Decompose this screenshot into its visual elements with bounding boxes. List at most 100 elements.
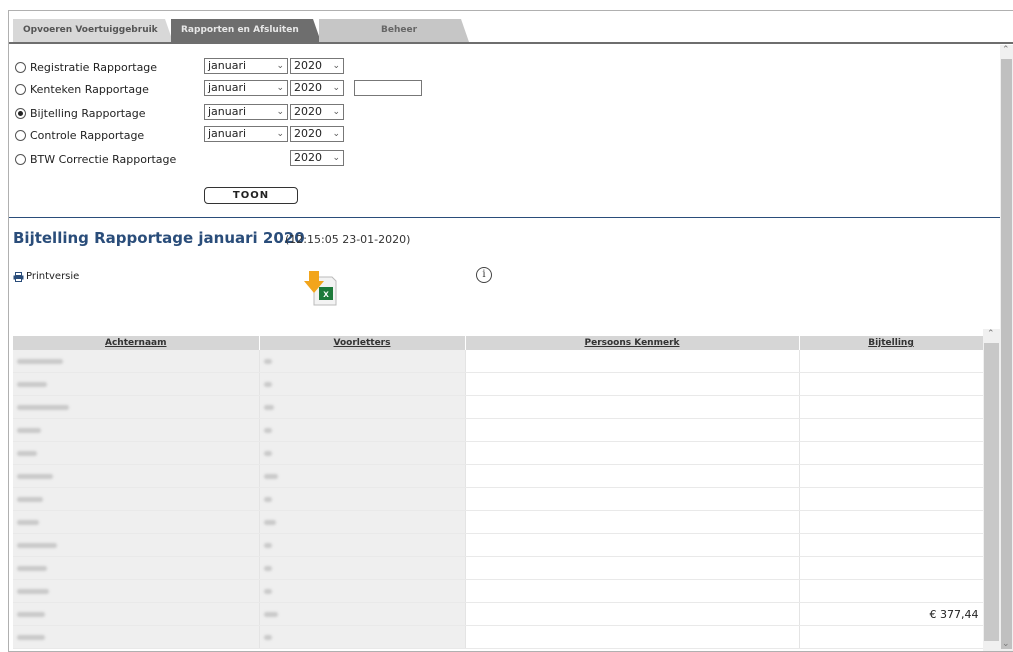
page-scrollbar-thumb[interactable] (1001, 59, 1012, 649)
cell-voorletters (259, 533, 466, 557)
redacted-text (263, 542, 272, 548)
cell-bijtelling (799, 395, 984, 419)
redacted-text (17, 496, 43, 502)
cell-persoons-kenmerk (465, 418, 800, 442)
select-value: januari (208, 81, 247, 94)
redacted-text (263, 634, 272, 640)
redacted-text (263, 427, 272, 433)
table-row (13, 579, 984, 603)
year-select-controle[interactable]: 2020 ⌄ (290, 126, 344, 142)
chevron-down-icon: ⌄ (332, 153, 340, 163)
cell-voorletters (259, 510, 466, 534)
cell-bijtelling (799, 464, 984, 488)
cell-bijtelling (799, 441, 984, 465)
tab-underline (9, 42, 1013, 44)
year-select-registratie[interactable]: 2020 ⌄ (290, 58, 344, 74)
year-select-kenteken[interactable]: 2020 ⌄ (290, 80, 344, 96)
redacted-text (17, 565, 47, 571)
table-scrollbar[interactable]: ⌃ (983, 329, 1000, 651)
redacted-text (17, 542, 57, 548)
page-scrollbar[interactable]: ⌃ ⌄ (1000, 45, 1013, 651)
month-select-registratie[interactable]: januari ⌄ (204, 58, 288, 74)
cell-achternaam (13, 510, 260, 534)
chevron-down-icon: ⌄ (332, 129, 340, 139)
tab-bar: Opvoeren Voertuiggebruik Rapporten en Af… (13, 19, 467, 42)
cell-persoons-kenmerk (465, 510, 800, 534)
table-row (13, 372, 984, 396)
app-frame: Opvoeren Voertuiggebruik Rapporten en Af… (8, 10, 1013, 652)
scroll-up-icon[interactable]: ⌃ (1002, 45, 1010, 55)
cell-achternaam (13, 395, 260, 419)
radio-bijtelling[interactable] (15, 108, 26, 119)
col-bijtelling[interactable]: Bijtelling (799, 336, 984, 350)
month-select-bijtelling[interactable]: januari ⌄ (204, 104, 288, 120)
table-row (13, 441, 984, 465)
cell-persoons-kenmerk (465, 372, 800, 396)
table-row (13, 395, 984, 419)
cell-bijtelling (799, 533, 984, 557)
radio-kenteken[interactable] (15, 84, 26, 95)
redacted-text (17, 634, 45, 640)
cell-bijtelling (799, 556, 984, 580)
redacted-text (263, 358, 272, 364)
tab-beheer[interactable]: Beheer (319, 19, 469, 42)
month-select-controle[interactable]: januari ⌄ (204, 126, 288, 142)
cell-voorletters (259, 395, 466, 419)
cell-bijtelling (799, 350, 984, 373)
chevron-down-icon: ⌄ (276, 129, 284, 139)
toon-button[interactable]: TOON (204, 187, 298, 204)
cell-voorletters (259, 579, 466, 603)
table-body: € 377,44 (13, 350, 984, 649)
year-select-btw[interactable]: 2020 ⌄ (290, 150, 344, 166)
report-title: Bijtelling Rapportage januari 2020 (13, 229, 305, 247)
redacted-text (17, 404, 69, 410)
cell-persoons-kenmerk (465, 533, 800, 557)
cell-voorletters (259, 625, 466, 649)
select-value: 2020 (294, 81, 322, 94)
tab-opvoeren[interactable]: Opvoeren Voertuiggebruik (13, 19, 173, 42)
cell-bijtelling (799, 625, 984, 649)
redacted-text (263, 519, 276, 525)
cell-voorletters (259, 602, 466, 626)
cell-achternaam (13, 556, 260, 580)
tab-rapporten[interactable]: Rapporten en Afsluiten (171, 19, 321, 42)
redacted-text (17, 611, 45, 617)
kenteken-input[interactable] (354, 80, 422, 96)
svg-text:x: x (323, 289, 329, 300)
option-btw: BTW Correctie Rapportage (15, 152, 415, 172)
cell-achternaam (13, 441, 260, 465)
cell-achternaam (13, 533, 260, 557)
table-row (13, 533, 984, 557)
redacted-text (263, 404, 274, 410)
cell-persoons-kenmerk (465, 625, 800, 649)
cell-persoons-kenmerk (465, 556, 800, 580)
select-value: 2020 (294, 151, 322, 164)
cell-persoons-kenmerk (465, 441, 800, 465)
col-achternaam[interactable]: Achternaam (13, 336, 260, 350)
scroll-up-icon[interactable]: ⌃ (987, 329, 995, 339)
year-select-bijtelling[interactable]: 2020 ⌄ (290, 104, 344, 120)
cell-persoons-kenmerk (465, 350, 800, 373)
cell-persoons-kenmerk (465, 464, 800, 488)
table-row: € 377,44 (13, 602, 984, 626)
radio-registratie[interactable] (15, 62, 26, 73)
chevron-down-icon: ⌄ (276, 61, 284, 71)
redacted-text (17, 588, 49, 594)
scroll-down-icon[interactable]: ⌄ (1002, 639, 1010, 649)
info-icon[interactable]: i (476, 267, 492, 283)
col-persoons-kenmerk[interactable]: Persoons Kenmerk (465, 336, 800, 350)
redacted-text (17, 381, 47, 387)
redacted-text (263, 588, 272, 594)
col-voorletters[interactable]: Voorletters (259, 336, 466, 350)
radio-btw[interactable] (15, 154, 26, 165)
cell-voorletters (259, 556, 466, 580)
table-scrollbar-thumb[interactable] (984, 343, 999, 641)
excel-download-icon[interactable]: x (302, 269, 338, 307)
month-select-kenteken[interactable]: januari ⌄ (204, 80, 288, 96)
print-link[interactable]: Printversie (13, 271, 79, 282)
redacted-text (17, 473, 53, 479)
select-value: 2020 (294, 105, 322, 118)
redacted-text (263, 473, 278, 479)
radio-controle[interactable] (15, 130, 26, 141)
cell-persoons-kenmerk (465, 579, 800, 603)
